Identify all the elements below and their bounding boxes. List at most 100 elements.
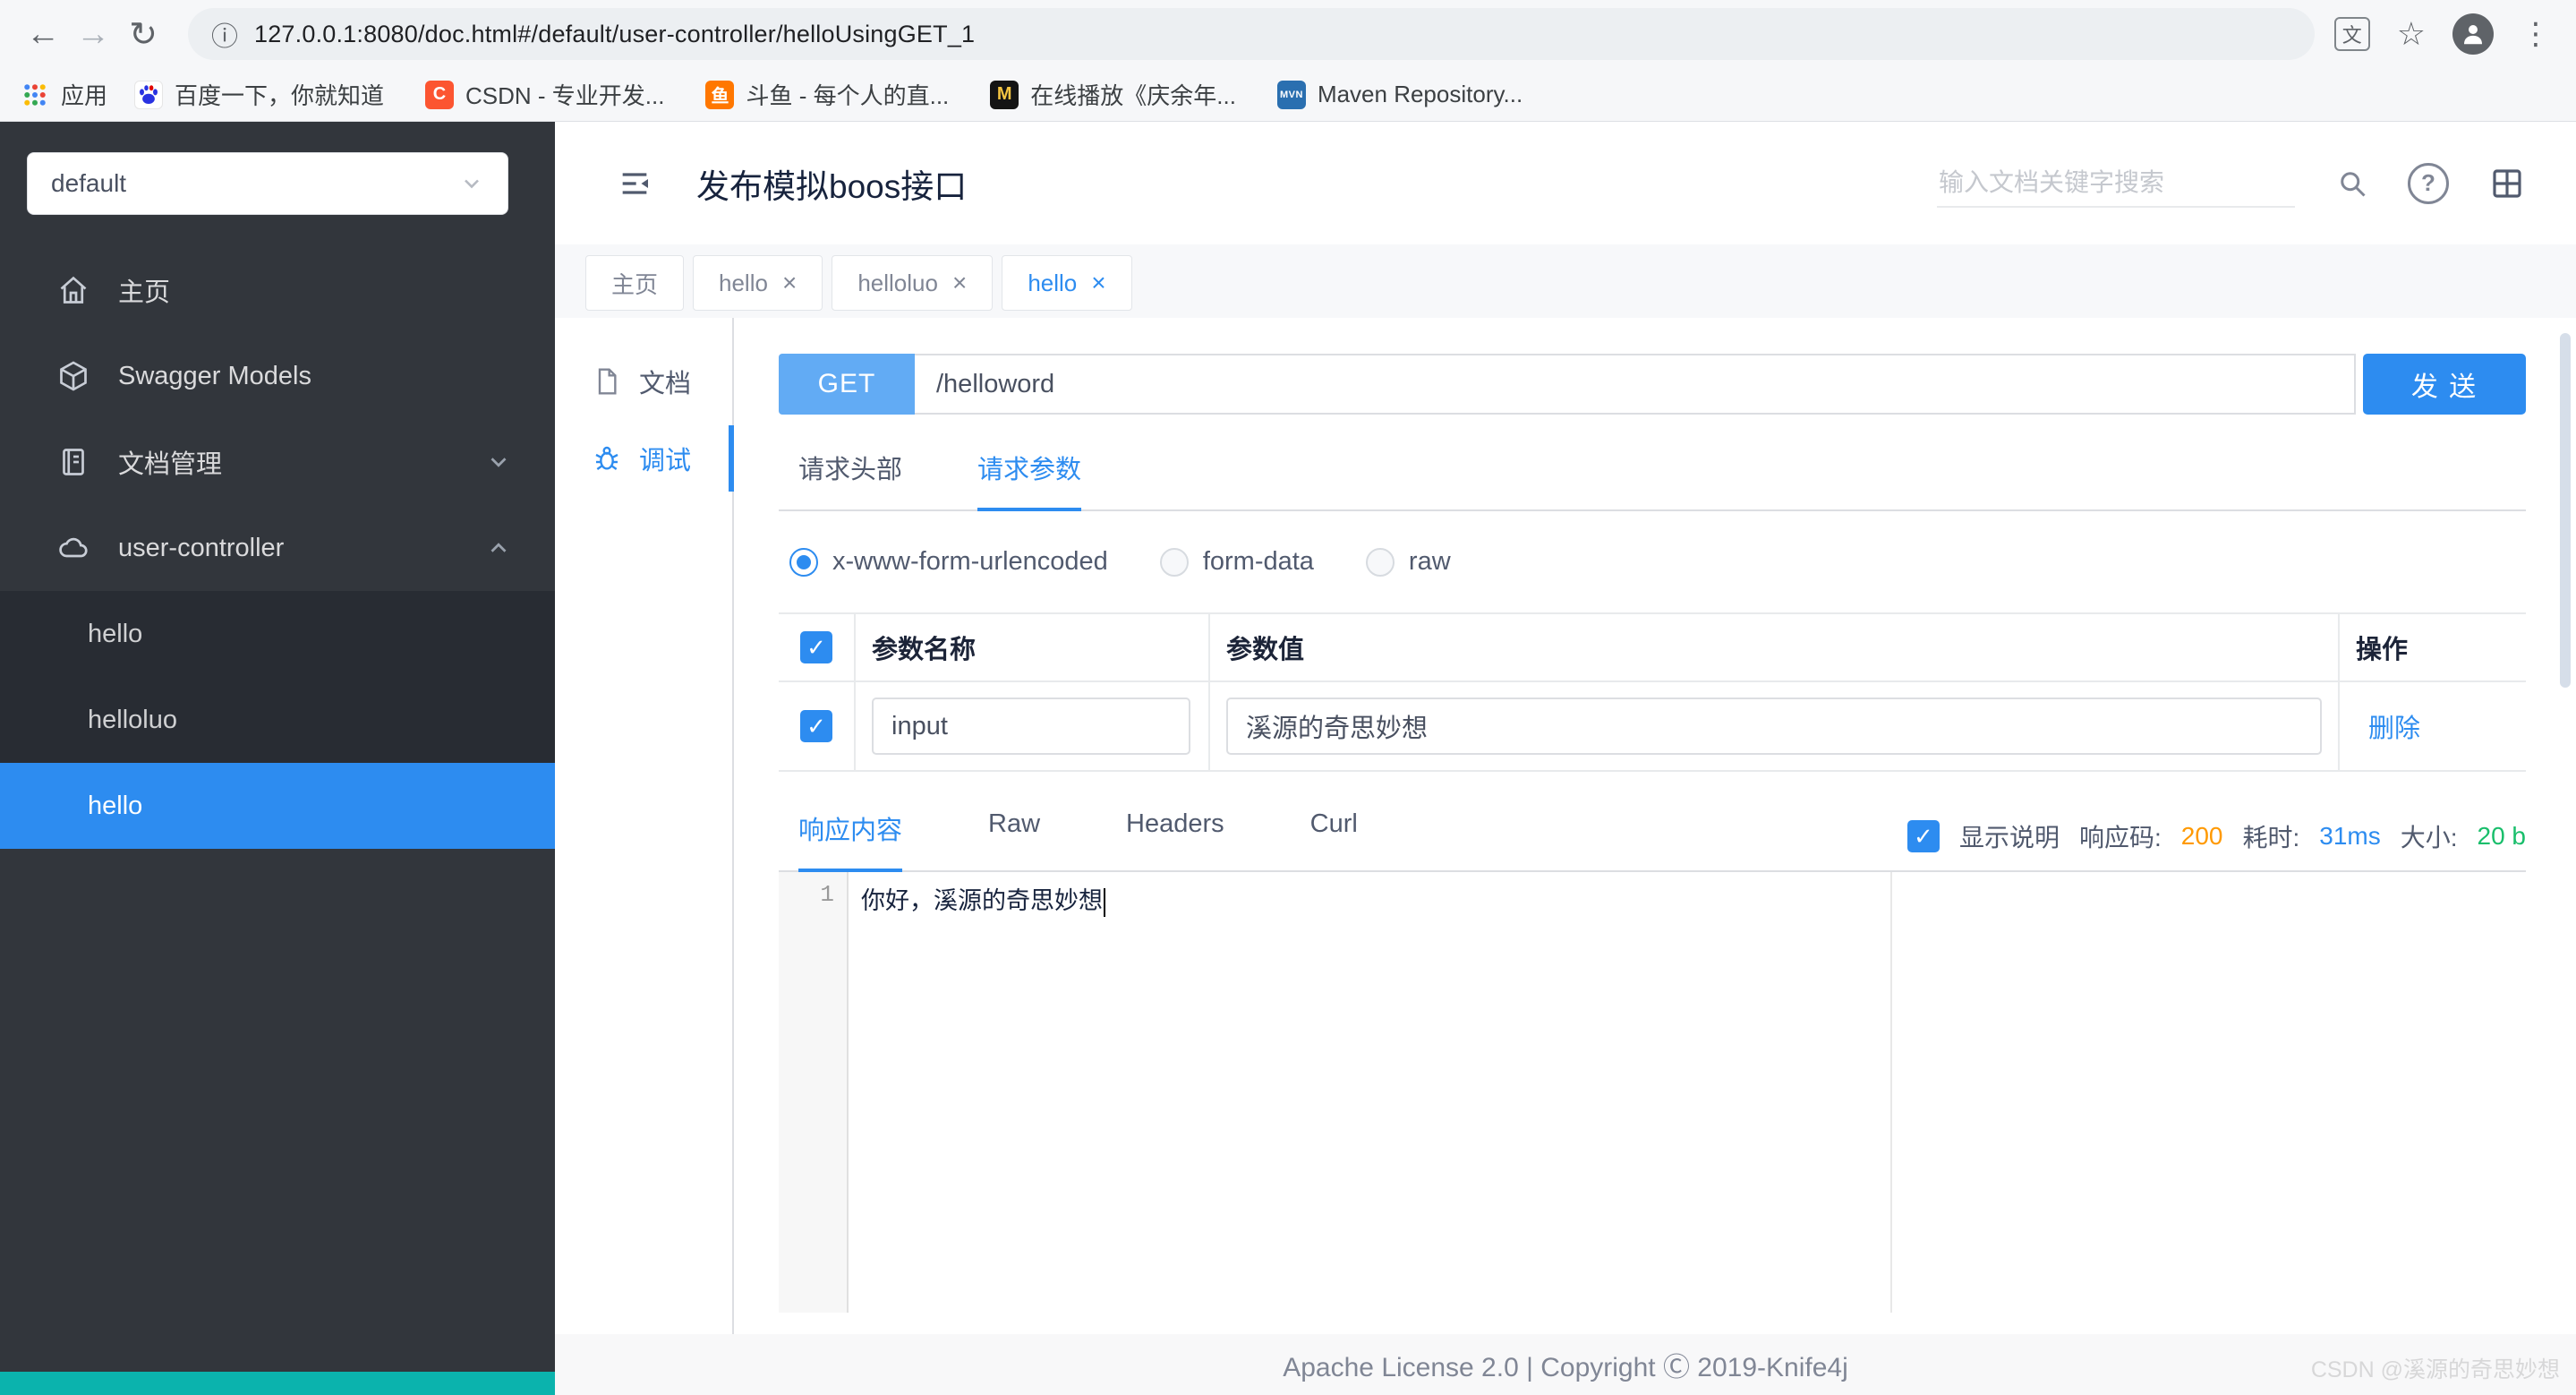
back-icon[interactable]: ← xyxy=(18,9,68,59)
response-meta: ✓ 显示说明 响应码: 200 耗时: 31ms 大小: 20 b xyxy=(1906,818,2527,870)
bookmark-csdn[interactable]: C CSDN - 专业开发... xyxy=(425,78,664,111)
sidebar-subitem-label: hello xyxy=(88,791,143,820)
editor-gutter: 1 xyxy=(779,872,849,1313)
nav-item-label: 调试 xyxy=(639,447,692,475)
tab-response-curl[interactable]: Curl xyxy=(1310,809,1358,870)
group-select[interactable]: default xyxy=(27,152,508,215)
search-icon[interactable] xyxy=(2336,167,2368,200)
editor-code-area[interactable]: 你好，溪源的奇思妙想 xyxy=(849,872,1890,1313)
request-line: GET 发 送 xyxy=(779,354,2526,415)
sidebar-subitem-hello-2[interactable]: hello xyxy=(0,763,555,849)
sidebar-item-home[interactable]: 主页 xyxy=(0,247,555,333)
models-icon xyxy=(60,361,87,391)
knife4j-app: default 主页 Swagger Models 文档管理 user-cont… xyxy=(0,122,2576,1395)
request-tabs: 请求头部 请求参数 xyxy=(779,449,2526,511)
close-icon[interactable]: × xyxy=(782,270,797,295)
close-icon[interactable]: × xyxy=(952,270,967,295)
sidebar-subitem-helloluo[interactable]: helloluo xyxy=(0,677,555,763)
docs-icon xyxy=(63,449,84,475)
sidebar-item-swagger-models[interactable]: Swagger Models xyxy=(0,333,555,419)
doc-debug-nav: 文档 调试 xyxy=(555,318,734,1334)
bookmarks-bar: 应用 百度一下，你就知道 C CSDN - 专业开发... 鱼 斗鱼 - 每个人… xyxy=(0,68,2576,122)
header-right: ? xyxy=(1937,158,2526,208)
row-checkbox[interactable]: ✓ xyxy=(800,710,832,742)
tab-response-raw[interactable]: Raw xyxy=(988,809,1040,870)
bookmark-maven[interactable]: MVN Maven Repository... xyxy=(1276,80,1523,109)
tab-request-headers[interactable]: 请求头部 xyxy=(798,449,902,509)
response-bar: 响应内容 Raw Headers Curl ✓ 显示说明 响应码: 200 耗时… xyxy=(779,809,2526,872)
tab-home[interactable]: 主页 xyxy=(585,255,685,311)
url-text: 127.0.0.1:8080/doc.html#/default/user-co… xyxy=(254,20,976,47)
help-icon[interactable]: ? xyxy=(2408,162,2449,204)
nav-item-doc[interactable]: 文档 xyxy=(555,343,732,420)
delete-row-link[interactable]: 删除 xyxy=(2356,707,2420,745)
show-desc-checkbox[interactable]: ✓ xyxy=(1906,820,1940,852)
request-url-input[interactable] xyxy=(915,354,2356,415)
sidebar: default 主页 Swagger Models 文档管理 user-cont… xyxy=(0,122,555,1395)
tab-request-params[interactable]: 请求参数 xyxy=(977,449,1082,511)
radio-urlencoded[interactable]: x-www-form-urlencoded xyxy=(789,547,1108,577)
scrollbar-thumb[interactable] xyxy=(2560,333,2571,688)
sidebar-subitem-label: hello xyxy=(88,619,143,648)
radio-label: x-www-form-urlencoded xyxy=(832,547,1108,576)
menu-fold-icon[interactable] xyxy=(614,166,655,201)
browser-toolbar: ← → ↻ ⓘ 127.0.0.1:8080/doc.html#/default… xyxy=(0,0,2576,68)
bookmark-label: Maven Repository... xyxy=(1317,81,1523,107)
tab-hello-1[interactable]: hello × xyxy=(693,255,823,311)
forward-icon[interactable]: → xyxy=(68,9,118,59)
select-all-checkbox[interactable]: ✓ xyxy=(800,631,832,663)
nav-item-debug[interactable]: 调试 xyxy=(555,420,734,497)
params-table-header: ✓ 参数名称 参数值 操作 xyxy=(779,614,2526,682)
footer: Apache License 2.0 | Copyright Ⓒ 2019-Kn… xyxy=(555,1334,2576,1395)
size-value: 20 b xyxy=(2477,822,2527,850)
watermark: CSDN @溪源的奇思妙想 xyxy=(2310,1357,2560,1382)
baidu-favicon xyxy=(134,80,164,109)
param-name-input[interactable] xyxy=(872,698,1190,755)
apps-shortcut[interactable]: 应用 xyxy=(21,78,107,111)
browser-menu-icon[interactable]: ⋮ xyxy=(2521,16,2551,52)
bookmark-label: CSDN - 专业开发... xyxy=(465,82,665,109)
line-number: 1 xyxy=(820,881,834,908)
tab-hello-2[interactable]: hello × xyxy=(1002,255,1132,311)
response-text: 你好，溪源的奇思妙想 xyxy=(861,890,1103,917)
sidebar-item-user-controller[interactable]: user-controller xyxy=(0,505,555,591)
sidebar-item-label: Swagger Models xyxy=(118,361,311,390)
apps-grid-icon xyxy=(24,83,46,106)
radio-form-data[interactable]: form-data xyxy=(1159,547,1314,577)
profile-avatar[interactable] xyxy=(2452,13,2494,55)
send-button[interactable]: 发 送 xyxy=(2363,354,2526,415)
bookmark-label: 斗鱼 - 每个人的直... xyxy=(746,82,950,109)
bookmark-douyu[interactable]: 鱼 斗鱼 - 每个人的直... xyxy=(705,78,949,111)
size-label: 大小: xyxy=(2400,824,2458,852)
bookmark-video[interactable]: M 在线播放《庆余年... xyxy=(990,78,1236,111)
radio-label: raw xyxy=(1408,547,1451,576)
controller-icon xyxy=(59,537,88,558)
translate-icon[interactable]: 文 xyxy=(2333,17,2370,51)
sidebar-subitem-hello-1[interactable]: hello xyxy=(0,591,555,677)
bookmark-star-icon[interactable]: ☆ xyxy=(2397,15,2426,53)
debug-panel: GET 发 送 请求头部 请求参数 x-www-form-urlencoded xyxy=(734,318,2576,1334)
maven-favicon: MVN xyxy=(1276,80,1306,109)
site-info-icon[interactable]: ⓘ xyxy=(211,14,238,54)
layout-icon[interactable] xyxy=(2488,165,2526,202)
tab-label: hello xyxy=(719,269,768,296)
footer-text: Apache License 2.0 | Copyright Ⓒ 2019-Kn… xyxy=(1283,1353,1848,1382)
col-param-value: 参数值 xyxy=(1226,636,1305,664)
method-button[interactable]: GET xyxy=(779,354,915,415)
response-tabs: 响应内容 Raw Headers Curl xyxy=(779,809,1358,872)
address-bar[interactable]: ⓘ 127.0.0.1:8080/doc.html#/default/user-… xyxy=(188,8,2315,60)
tab-label: 主页 xyxy=(611,270,659,298)
param-value-input[interactable] xyxy=(1226,698,2322,755)
close-icon[interactable]: × xyxy=(1091,270,1105,295)
tab-helloluo[interactable]: helloluo × xyxy=(832,255,994,311)
tab-response-headers[interactable]: Headers xyxy=(1126,809,1224,870)
col-action: 操作 xyxy=(2356,636,2409,664)
tab-response-content[interactable]: 响应内容 xyxy=(798,809,903,872)
text-cursor xyxy=(1104,887,1105,917)
main-header: 发布模拟boos接口 ? xyxy=(555,122,2576,244)
search-input[interactable] xyxy=(1937,158,2295,208)
sidebar-item-doc-manage[interactable]: 文档管理 xyxy=(0,419,555,505)
bookmark-baidu[interactable]: 百度一下，你就知道 xyxy=(134,78,384,111)
refresh-icon[interactable]: ↻ xyxy=(118,9,168,59)
radio-raw[interactable]: raw xyxy=(1365,547,1451,577)
